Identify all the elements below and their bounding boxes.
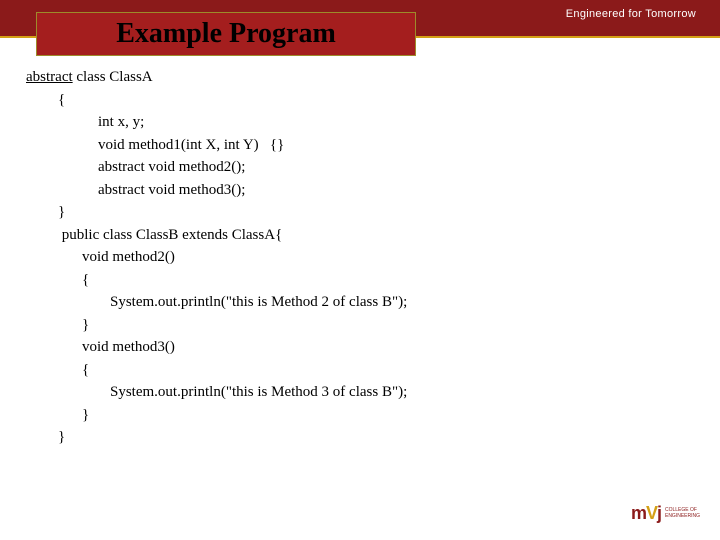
code-line: abstract void method2(); <box>26 156 407 179</box>
logo-mark: mVj <box>631 503 661 524</box>
code-line: } <box>26 404 407 427</box>
code-line: abstract class ClassA <box>26 66 407 89</box>
code-line: void method3() <box>26 336 407 359</box>
code-line: int x, y; <box>26 111 407 134</box>
code-line: } <box>26 314 407 337</box>
code-line: System.out.println("this is Method 2 of … <box>26 291 407 314</box>
code-line: abstract void method3(); <box>26 179 407 202</box>
slide-title: Example Program <box>116 18 336 50</box>
code-line: } <box>26 201 407 224</box>
tagline: Engineered for Tomorrow <box>566 8 696 20</box>
logo-text: COLLEGE OF ENGINEERING <box>665 508 700 519</box>
code-line: void method1(int X, int Y) {} <box>26 134 407 157</box>
code-line: { <box>26 269 407 292</box>
code-line: { <box>26 89 407 112</box>
code-line: System.out.println("this is Method 3 of … <box>26 381 407 404</box>
code-line: public class ClassB extends ClassA{ <box>26 224 407 247</box>
title-block: Example Program <box>36 12 416 56</box>
brand-logo: mVj COLLEGE OF ENGINEERING <box>631 503 700 524</box>
code-block: abstract class ClassA { int x, y; void m… <box>26 66 407 449</box>
code-line: } <box>26 426 407 449</box>
code-line: void method2() <box>26 246 407 269</box>
code-line: { <box>26 359 407 382</box>
